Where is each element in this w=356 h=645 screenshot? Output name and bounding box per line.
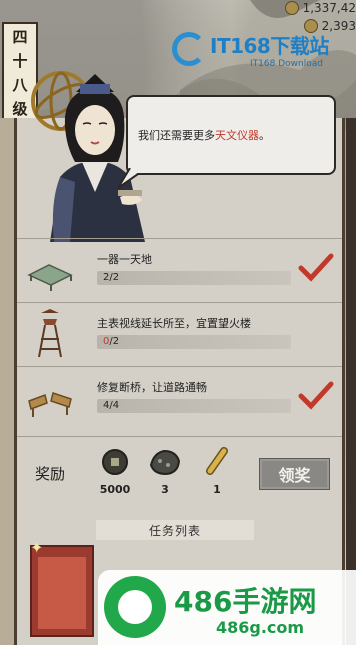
quest-progress-bar <box>97 271 291 285</box>
reward-value: 3 <box>161 483 169 496</box>
quest-title: 主表视线延长所至，宜置望火楼 <box>97 317 251 330</box>
reward-value: 5000 <box>99 483 131 496</box>
scroll-left-edge <box>0 118 14 645</box>
watchtower-icon <box>38 309 62 358</box>
reward-value: 1 <box>213 483 221 496</box>
sparkle-icon: ✦ <box>30 538 44 557</box>
ore-icon <box>149 449 181 476</box>
486-logo-icon <box>104 576 166 638</box>
quest-row[interactable]: 修复断桥，让道路通畅 4/4 <box>17 366 342 431</box>
level-char: 四 <box>12 28 28 47</box>
scroll-icon <box>206 447 228 475</box>
coin-icon <box>102 449 128 475</box>
watermark-url: 486g.com <box>216 618 305 637</box>
reward-item-coin: 5000 <box>95 447 135 496</box>
watermark-title: 486手游网 <box>174 585 317 618</box>
quest-row[interactable]: 一器一天地 2/2 <box>17 238 342 303</box>
quest-title: 一器一天地 <box>97 253 152 266</box>
reward-item-ore: 3 <box>145 447 185 496</box>
it168-logo-icon <box>172 32 206 66</box>
dialog-bubble: 我们还需要更多天文仪器。 <box>126 95 336 175</box>
scroll-right-edge <box>346 118 356 645</box>
watermark-title: IT168下载站 <box>210 33 329 58</box>
quest-progress: 0/2 <box>103 336 120 347</box>
quest-title: 修复断桥，让道路通畅 <box>97 381 207 394</box>
486-watermark: 486手游网 486g.com <box>98 570 356 645</box>
task-list-header: 任务列表 <box>96 520 254 540</box>
quest-progress-bar <box>97 399 291 413</box>
it168-watermark: IT168下载站 IT168 Download <box>172 26 347 72</box>
reward-item-scroll: 1 <box>197 447 237 496</box>
quest-row[interactable]: 主表视线延长所至，宜置望火楼 0/2 <box>17 302 342 367</box>
dialog-bubble-tail <box>117 168 139 189</box>
task-card-art <box>38 557 86 629</box>
reward-label: 奖励 <box>35 465 66 483</box>
bridge-platform-icon <box>27 264 73 291</box>
resource-counter-coins: 1,337,42 <box>284 0 356 16</box>
coin-icon <box>284 1 299 15</box>
claim-reward-button[interactable]: 领奖 <box>259 458 330 490</box>
task-card[interactable] <box>30 545 94 637</box>
check-icon <box>298 253 334 282</box>
dialog-text: 我们还需要更多天文仪器。 <box>138 129 270 142</box>
quest-progress: 2/2 <box>103 272 120 283</box>
watermark-subtitle: IT168 Download <box>250 58 323 69</box>
resource-value: 1,337,42 <box>302 1 356 15</box>
quest-progress: 4/4 <box>103 400 120 411</box>
check-icon <box>298 381 334 410</box>
quest-progress-bar <box>97 335 291 349</box>
broken-bridge-icon <box>28 392 72 417</box>
dialog-highlight: 天文仪器 <box>215 129 259 142</box>
